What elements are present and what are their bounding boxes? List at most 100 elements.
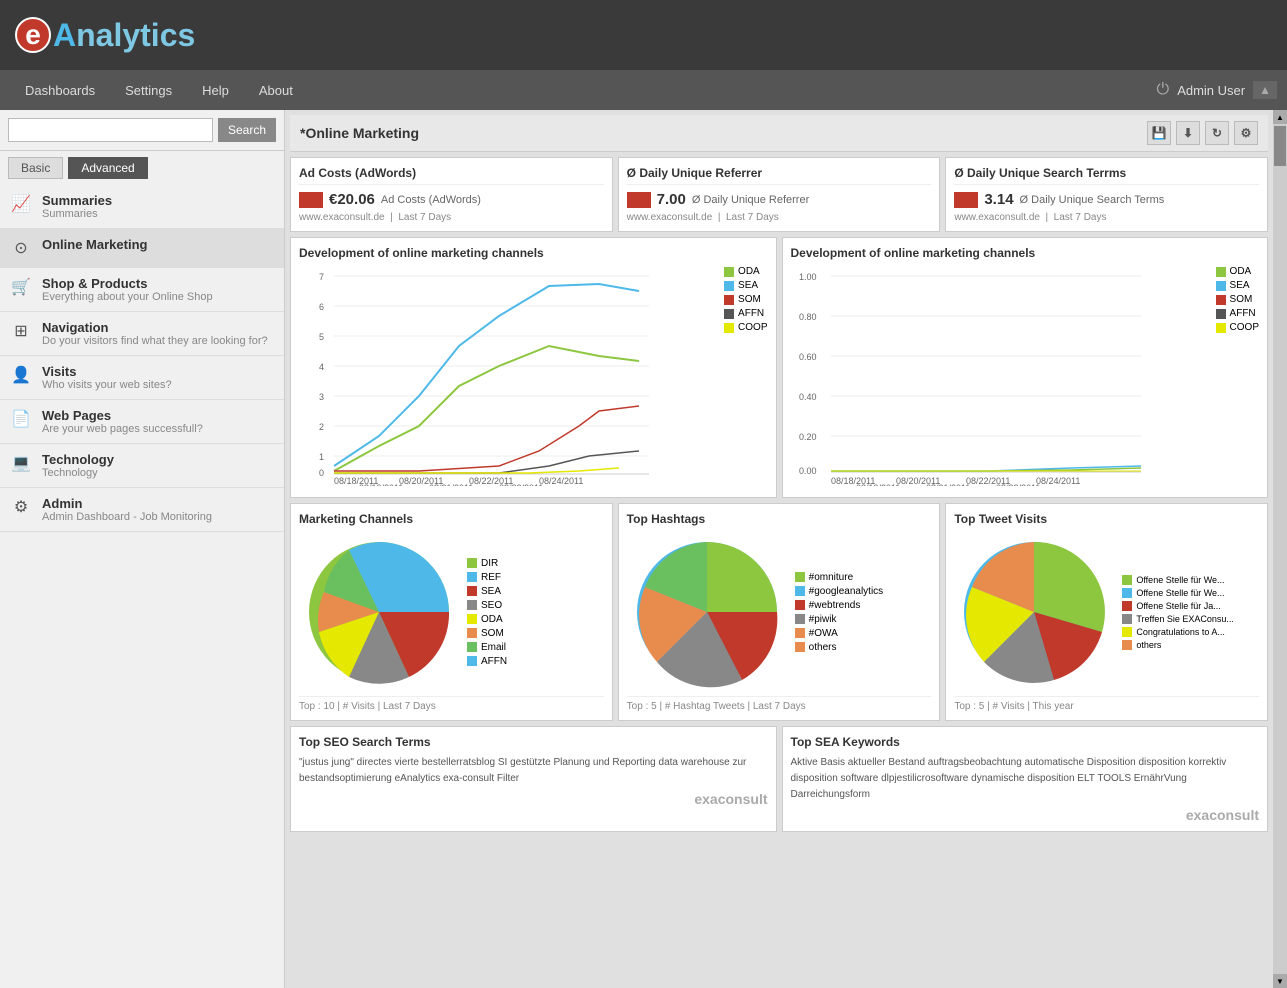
top-sea-tags: Aktive Basis aktueller Bestand auftragsb… bbox=[791, 755, 1260, 803]
sidebar-item-technology[interactable]: 💻 Technology Technology bbox=[0, 444, 284, 488]
metric-card-referrer: Ø Daily Unique Referrer 7.00 Ø Daily Uni… bbox=[618, 157, 941, 232]
search-bar: Search bbox=[0, 110, 284, 151]
line-chart-right: Development of online marketing channels… bbox=[782, 237, 1269, 498]
settings-icon-btn[interactable]: ⚙ bbox=[1234, 121, 1258, 145]
refresh-icon-btn[interactable]: ↻ bbox=[1205, 121, 1229, 145]
svg-text:0.60: 0.60 bbox=[799, 352, 817, 362]
summaries-icon: 📈 bbox=[10, 193, 32, 215]
nav-help[interactable]: Help bbox=[187, 70, 244, 110]
svg-text:08/24/2011: 08/24/2011 bbox=[539, 476, 583, 486]
tab-basic[interactable]: Basic bbox=[8, 157, 63, 179]
metric-adcosts-label: Ad Costs (AdWords) bbox=[381, 194, 481, 206]
svg-text:5: 5 bbox=[319, 332, 324, 342]
sidebar-item-visits-title: Visits bbox=[42, 364, 172, 379]
main-layout: Search Basic Advanced 📈 Summaries Summar… bbox=[0, 110, 1287, 988]
metric-adcosts-bar bbox=[299, 192, 323, 208]
sidebar-item-web-pages[interactable]: 📄 Web Pages Are your web pages successfu… bbox=[0, 400, 284, 444]
svg-text:0.40: 0.40 bbox=[799, 392, 817, 402]
line-chart-right-title: Development of online marketing channels bbox=[791, 246, 1260, 260]
svg-text:08/24/2011: 08/24/2011 bbox=[1036, 476, 1080, 486]
nav-dashboards[interactable]: Dashboards bbox=[10, 70, 110, 110]
bottom-row: Marketing Channels DIR bbox=[290, 503, 1268, 721]
sidebar-item-visits-subtitle: Who visits your web sites? bbox=[42, 379, 172, 391]
online-marketing-icon: ⊙ bbox=[10, 237, 32, 259]
sidebar-item-admin[interactable]: ⚙ Admin Admin Dashboard - Job Monitoring bbox=[0, 488, 284, 532]
marketing-channels-title: Marketing Channels bbox=[299, 512, 604, 526]
navigation-icon: ⊞ bbox=[10, 320, 32, 342]
svg-text:0.20: 0.20 bbox=[799, 432, 817, 442]
top-hashtags-pie bbox=[627, 532, 787, 692]
metric-search-label: Ø Daily Unique Search Terms bbox=[1020, 194, 1165, 206]
sidebar-item-technology-title: Technology bbox=[42, 452, 114, 467]
svg-text:2: 2 bbox=[319, 422, 324, 432]
seo-row: Top SEO Search Terms "justus jung" direc… bbox=[290, 726, 1268, 832]
charts-row: Development of online marketing channels… bbox=[290, 237, 1268, 498]
sidebar-item-admin-title: Admin bbox=[42, 496, 212, 511]
top-seo-watermark: exaconsult bbox=[299, 791, 768, 807]
sidebar-item-shop-products[interactable]: 🛒 Shop & Products Everything about your … bbox=[0, 268, 284, 312]
top-tweet-visits-legend: Offene Stelle für We... Offene Stelle fü… bbox=[1122, 575, 1234, 650]
app-logo: e Analytics bbox=[15, 17, 195, 54]
line-chart-left-title: Development of online marketing channels bbox=[299, 246, 768, 260]
svg-text:08/23/2011: 08/23/2011 bbox=[996, 483, 1040, 486]
svg-text:6: 6 bbox=[319, 302, 324, 312]
metric-search-title: Ø Daily Unique Search Terrms bbox=[954, 166, 1259, 185]
save-icon-btn[interactable]: 💾 bbox=[1147, 121, 1171, 145]
svg-text:08/21/2011: 08/21/2011 bbox=[429, 483, 473, 486]
sidebar-item-navigation-title: Navigation bbox=[42, 320, 268, 335]
top-hashtags-title: Top Hashtags bbox=[627, 512, 932, 526]
admin-icon: ⚙ bbox=[10, 496, 32, 518]
sidebar-item-admin-subtitle: Admin Dashboard - Job Monitoring bbox=[42, 511, 212, 523]
svg-text:1: 1 bbox=[319, 452, 324, 462]
scrollbar[interactable]: ▲ ▼ bbox=[1273, 110, 1287, 988]
line-chart-left-legend: ODA SEA SOM AFFN COOP bbox=[724, 266, 767, 489]
power-icon[interactable]: ⏻ bbox=[1157, 81, 1170, 99]
sidebar-item-shop-products-subtitle: Everything about your Online Shop bbox=[42, 291, 213, 303]
shop-products-icon: 🛒 bbox=[10, 276, 32, 298]
download-icon-btn[interactable]: ⬇ bbox=[1176, 121, 1200, 145]
metric-search-footer: www.exaconsult.de | Last 7 Days bbox=[954, 212, 1259, 223]
scrollbar-thumb[interactable] bbox=[1274, 126, 1286, 166]
svg-text:4: 4 bbox=[319, 362, 324, 372]
top-hashtags-legend: #omniture #googleanalytics #webtrends #p… bbox=[795, 572, 884, 653]
metric-card-search-terms: Ø Daily Unique Search Terrms 3.14 Ø Dail… bbox=[945, 157, 1268, 232]
marketing-channels-footer: Top : 10 | # Visits | Last 7 Days bbox=[299, 696, 604, 712]
metric-search-value: 3.14 bbox=[984, 191, 1013, 208]
svg-text:1.00: 1.00 bbox=[799, 272, 817, 282]
sidebar-item-web-pages-subtitle: Are your web pages successfull? bbox=[42, 423, 203, 435]
scrollbar-down[interactable]: ▼ bbox=[1273, 974, 1287, 988]
sidebar-item-visits[interactable]: 👤 Visits Who visits your web sites? bbox=[0, 356, 284, 400]
metric-referrer-label: Ø Daily Unique Referrer bbox=[692, 194, 809, 206]
web-pages-icon: 📄 bbox=[10, 408, 32, 430]
nav-bar: Dashboards Settings Help About ⏻ Admin U… bbox=[0, 70, 1287, 110]
metric-referrer-value: 7.00 bbox=[657, 191, 686, 208]
panel-marketing-channels: Marketing Channels DIR bbox=[290, 503, 613, 721]
scrollbar-up[interactable]: ▲ bbox=[1273, 110, 1287, 124]
nav-collapse-button[interactable]: ▲ bbox=[1253, 81, 1277, 99]
svg-text:0.80: 0.80 bbox=[799, 312, 817, 322]
sidebar-item-navigation[interactable]: ⊞ Navigation Do your visitors find what … bbox=[0, 312, 284, 356]
metric-card-adcosts: Ad Costs (AdWords) €20.06 Ad Costs (AdWo… bbox=[290, 157, 613, 232]
search-button[interactable]: Search bbox=[218, 118, 276, 142]
nav-settings[interactable]: Settings bbox=[110, 70, 187, 110]
panel-top-tweet-visits: Top Tweet Visits Offene Stelle für We...… bbox=[945, 503, 1268, 721]
top-seo-title: Top SEO Search Terms bbox=[299, 735, 768, 749]
svg-text:3: 3 bbox=[319, 392, 324, 402]
sidebar-item-online-marketing[interactable]: ⊙ Online Marketing bbox=[0, 229, 284, 268]
sidebar-item-summaries[interactable]: 📈 Summaries Summaries bbox=[0, 185, 284, 229]
sidebar-item-summaries-title: Summaries bbox=[42, 193, 112, 208]
search-input[interactable] bbox=[8, 118, 213, 142]
nav-about[interactable]: About bbox=[244, 70, 308, 110]
svg-text:7: 7 bbox=[319, 272, 324, 282]
panel-top-seo: Top SEO Search Terms "justus jung" direc… bbox=[290, 726, 777, 832]
top-seo-tags: "justus jung" directes vierte bestellerr… bbox=[299, 755, 768, 787]
main-content: *Online Marketing 💾 ⬇ ↻ ⚙ Ad Costs (AdWo… bbox=[285, 110, 1273, 988]
metric-referrer-bar bbox=[627, 192, 651, 208]
tabs-row: Basic Advanced bbox=[0, 151, 284, 185]
top-hashtags-footer: Top : 5 | # Hashtag Tweets | Last 7 Days bbox=[627, 696, 932, 712]
tab-advanced[interactable]: Advanced bbox=[68, 157, 147, 179]
svg-text:08/19/2011: 08/19/2011 bbox=[856, 483, 900, 486]
metric-search-bar bbox=[954, 192, 978, 208]
marketing-channels-legend: DIR REF SEA SEO ODA SOM Email AFFN bbox=[467, 558, 507, 667]
sidebar-item-online-marketing-title: Online Marketing bbox=[42, 237, 147, 252]
